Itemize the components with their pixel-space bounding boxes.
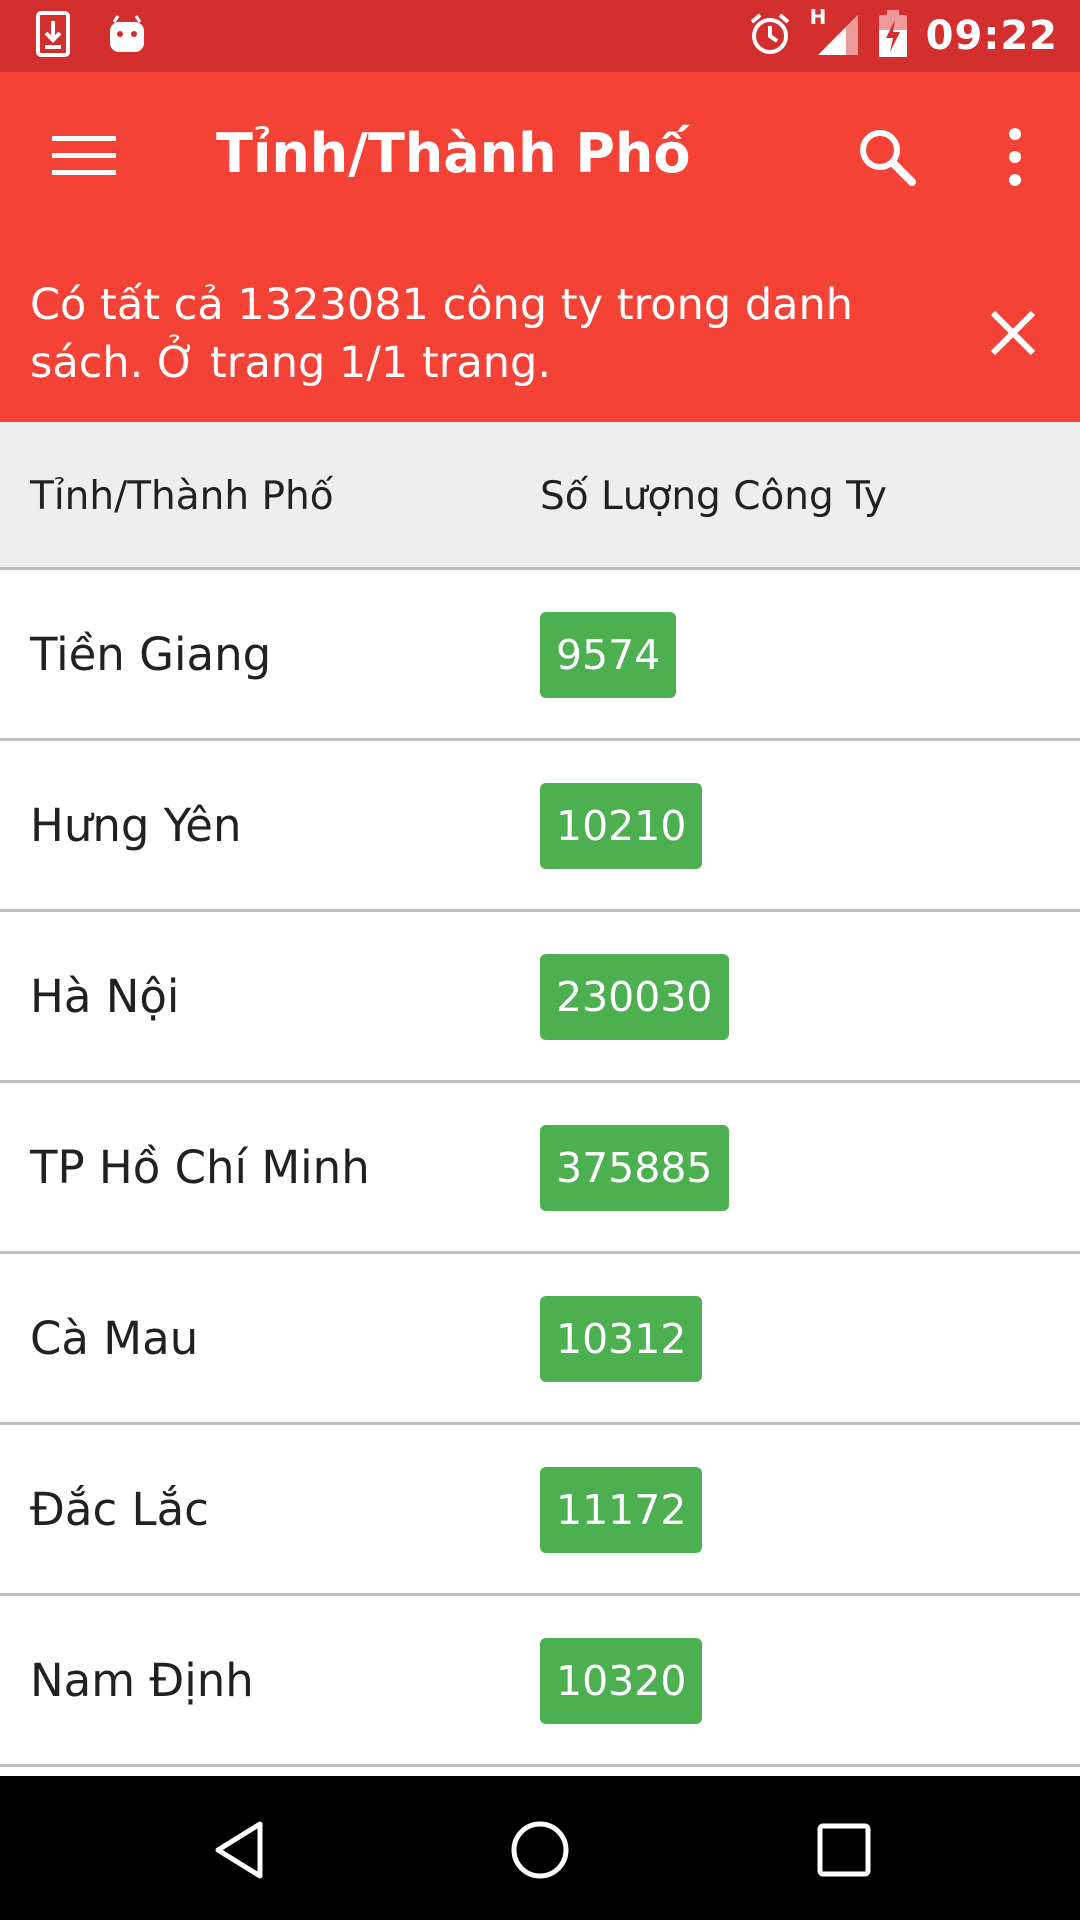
province-name: TP Hồ Chí Minh (30, 1141, 370, 1194)
column-header-company-count: Số Lượng Công Ty (540, 474, 887, 519)
battery-charging-icon (878, 10, 908, 62)
province-name: Hưng Yên (30, 799, 242, 852)
province-name: Nam Định (30, 1654, 254, 1707)
page-title: Tỉnh/Thành Phố (216, 122, 691, 185)
download-notification-icon (36, 11, 70, 61)
status-time: 09:22 (925, 13, 1058, 59)
status-bar-left (36, 11, 146, 61)
recents-icon[interactable] (812, 1818, 876, 1882)
table-row[interactable]: Đắc Lắc 11172 (0, 1425, 1080, 1596)
search-icon[interactable] (856, 126, 918, 188)
table-header: Tỉnh/Thành Phố Số Lượng Công Ty (0, 422, 1080, 570)
android-notification-icon (108, 14, 146, 58)
app-toolbar: Tỉnh/Thành Phố (0, 72, 1080, 240)
back-icon[interactable] (210, 1818, 274, 1882)
company-count-badge: 9574 (540, 612, 677, 698)
company-count-badge: 10320 (540, 1638, 703, 1724)
company-count-badge: 11172 (540, 1467, 703, 1553)
province-name: Đắc Lắc (30, 1483, 209, 1536)
home-icon[interactable] (508, 1818, 572, 1882)
network-type-label: H (809, 5, 827, 29)
more-vert-icon[interactable] (1000, 126, 1030, 188)
company-count-badge: 375885 (540, 1125, 729, 1211)
status-bar-right: H 09:22 (748, 5, 1058, 62)
province-name: Tiền Giang (30, 628, 272, 681)
table-row[interactable]: Hưng Yên 10210 (0, 741, 1080, 912)
table-row[interactable]: Tiền Giang 9574 (0, 570, 1080, 741)
column-header-province: Tỉnh/Thành Phố (30, 474, 334, 519)
hamburger-menu-icon[interactable] (52, 132, 116, 180)
table-row[interactable]: Hà Nội 230030 (0, 912, 1080, 1083)
province-list: Tiền Giang 9574 Hưng Yên 10210 Hà Nội 23… (0, 570, 1080, 1767)
company-count-badge: 10312 (540, 1296, 703, 1382)
province-name: Cà Mau (30, 1312, 199, 1365)
status-bar: H 09:22 (0, 0, 1080, 72)
banner-message: Có tất cả 1323081 công ty trong danh sác… (30, 280, 853, 388)
close-icon[interactable] (988, 308, 1038, 358)
table-row[interactable]: Nam Định 10320 (0, 1596, 1080, 1767)
table-row[interactable]: Cà Mau 10312 (0, 1254, 1080, 1425)
company-count-badge: 230030 (540, 954, 729, 1040)
system-nav-bar (0, 1776, 1080, 1920)
alarm-icon (748, 12, 792, 60)
info-banner: Có tất cả 1323081 công ty trong danh sác… (0, 240, 1080, 422)
company-count-badge: 10210 (540, 783, 703, 869)
signal-h-icon: H (810, 5, 860, 61)
province-name: Hà Nội (30, 970, 180, 1023)
table-row[interactable]: TP Hồ Chí Minh 375885 (0, 1083, 1080, 1254)
